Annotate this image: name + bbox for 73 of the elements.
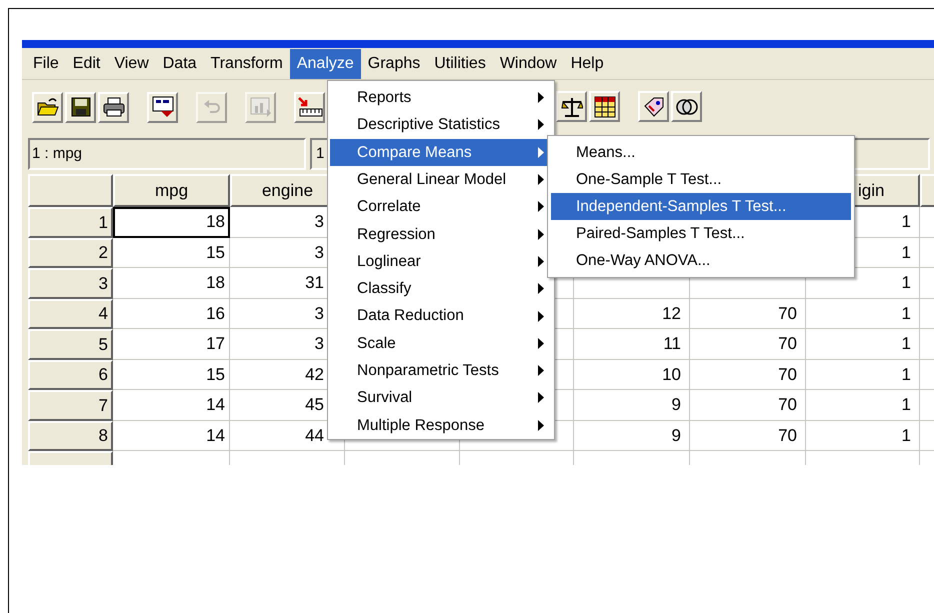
table-cell [920,268,934,298]
toolbar-button[interactable] [671,91,702,122]
menu-item[interactable]: Reports [330,84,552,112]
table-cell[interactable]: 15 [113,360,230,390]
table-cell [920,329,934,360]
menu-item[interactable]: Independent-Samples T Test... [551,193,851,220]
table-cell: 9 [574,390,690,420]
table-cell[interactable]: 14 [113,390,230,420]
dialog-recall-icon [150,96,174,118]
table-cell: 70 [690,329,806,360]
row-header[interactable]: 1 [28,207,113,238]
table-cell [920,298,934,329]
table-cell: 1 [806,360,920,390]
row-header[interactable]: 8 [28,420,113,451]
row-header[interactable]: 6 [28,360,113,390]
toolbar-button[interactable] [294,92,325,122]
table-cell[interactable]: 15 [113,238,230,268]
printer-icon [102,97,126,117]
row-header[interactable]: 2 [28,238,113,268]
table-cell[interactable]: 16 [113,298,230,329]
menu-item[interactable]: File [26,48,66,78]
cell-reference-field[interactable]: 1 : mpg [28,138,306,170]
table-cell[interactable]: 14 [113,420,230,451]
menu-item[interactable]: Graphs [360,48,428,78]
row-header[interactable]: 7 [28,390,113,420]
row-header[interactable]: 3 [28,268,113,298]
menu-item[interactable]: Descriptive Statistics [330,111,552,139]
table-cell: 12 [574,298,690,329]
menu-item[interactable]: Data [156,48,204,78]
menu-item[interactable]: Transform [204,48,290,78]
menu-item[interactable]: Window [492,48,564,78]
menu-item[interactable]: View [107,48,156,78]
table-cell: 70 [690,360,806,390]
menu-item[interactable]: Means... [551,139,851,166]
row-header[interactable]: 5 [28,329,113,360]
table-grid-icon [594,96,616,118]
toolbar-button[interactable] [589,91,620,122]
toolbar-button[interactable] [65,92,96,122]
table-cell: 1 [806,329,920,360]
table-cell [920,207,934,238]
table-cell [920,360,934,390]
table-cell: 70 [690,298,806,329]
folder-icon [36,97,58,117]
table-cell[interactable]: 18 [113,268,230,298]
table-cell: 10 [574,360,690,390]
toolbar-button[interactable] [32,92,63,122]
table-cell[interactable]: 17 [113,329,230,360]
table-cell: 1 [806,420,920,451]
menu-item[interactable]: Utilities [427,48,493,78]
undo-icon [202,98,222,116]
toolbar-button[interactable] [556,91,587,122]
table-cell: 1 [806,298,920,329]
table-cell [920,238,934,268]
toolbar-button[interactable] [638,91,669,122]
go-to-case-icon [296,96,322,118]
column-header[interactable]: mpg [113,174,230,207]
table-cell [920,390,934,420]
table-cell: 1 [806,390,920,420]
toolbar-button[interactable] [98,92,129,122]
table-cell: 11 [574,329,690,360]
chart-icon [250,97,272,117]
toolbar-button[interactable] [147,92,178,122]
table-cell[interactable]: 18 [113,207,230,238]
row-header[interactable]: 4 [28,298,113,329]
table-cell [920,420,934,451]
menu-item[interactable]: Help [564,48,611,78]
tag-icon [642,96,664,118]
table-cell: 70 [690,390,806,420]
menu-item[interactable]: Edit [66,48,108,78]
table-cell: 70 [690,420,806,451]
balance-scale-icon [560,96,582,118]
table-cell: 9 [574,420,690,451]
menu-item[interactable]: Analyze [290,48,361,78]
